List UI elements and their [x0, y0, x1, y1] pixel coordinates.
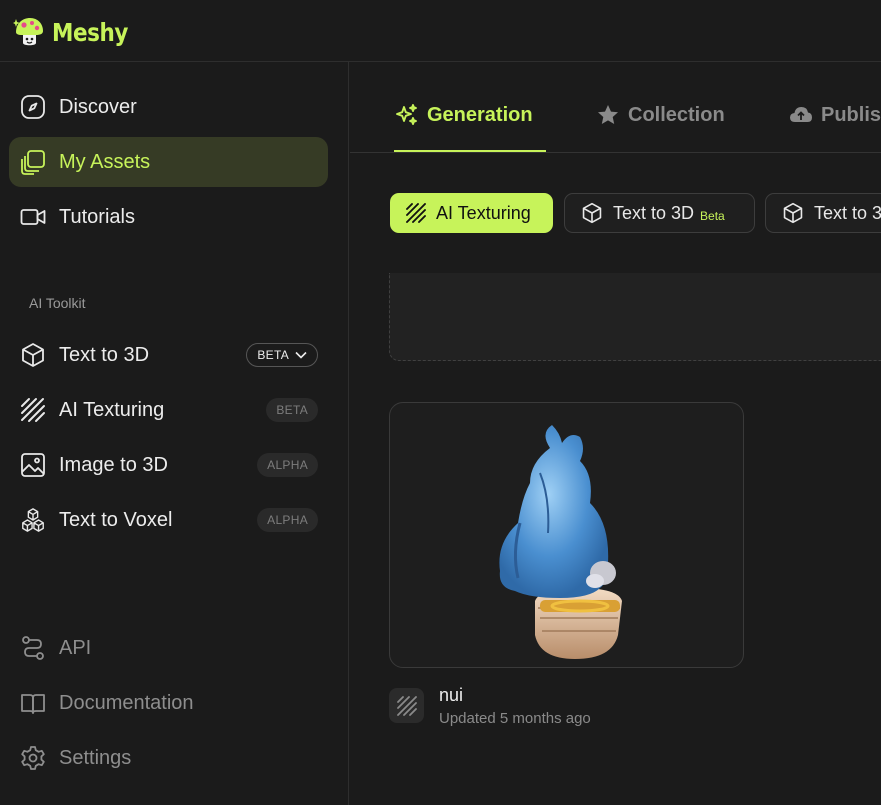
- hatch-icon: [406, 203, 426, 223]
- image-icon: [20, 452, 46, 478]
- route-icon: [20, 635, 46, 661]
- sidebar-item-settings[interactable]: Settings: [9, 733, 328, 783]
- tab-label: Generation: [427, 103, 533, 126]
- sidebar-item-label: Settings: [59, 746, 132, 769]
- sidebar-item-my-assets[interactable]: My Assets: [9, 137, 328, 187]
- sidebar-item-label: Discover: [59, 95, 137, 118]
- sidebar-item-discover[interactable]: Discover: [9, 82, 328, 132]
- compass-icon: [20, 94, 46, 120]
- tab-bar: Generation Collection Publish: [350, 62, 881, 153]
- sidebar-item-ai-texturing[interactable]: AI Texturing BETA: [9, 385, 328, 435]
- cloud-upload-icon: [790, 107, 812, 122]
- sidebar-item-api[interactable]: API: [9, 623, 328, 673]
- tab-generation[interactable]: Generation: [395, 98, 533, 132]
- video-camera-icon: [20, 204, 46, 230]
- sidebar-item-documentation[interactable]: Documentation: [9, 678, 328, 728]
- filter-label: Text to 3D: [613, 202, 695, 223]
- beta-badge: BETA: [266, 398, 318, 422]
- chevron-down-icon: [295, 351, 307, 359]
- beta-tag: Beta: [700, 209, 725, 223]
- filter-text-to-3d[interactable]: Text to 3D Beta: [564, 193, 755, 233]
- main-content: Generation Collection Publish AI Texturi…: [350, 62, 881, 805]
- asset-preview-image: [499, 425, 622, 659]
- app-name: Meshy: [52, 17, 128, 47]
- alpha-badge: ALPHA: [257, 508, 318, 532]
- cube-icon: [783, 202, 803, 224]
- sidebar-item-label: Image to 3D: [59, 453, 168, 476]
- sidebar-item-label: Tutorials: [59, 205, 135, 228]
- meshy-logo[interactable]: Meshy: [12, 14, 140, 50]
- cube-icon: [582, 202, 602, 224]
- sidebar-item-label: Text to Voxel: [59, 508, 173, 531]
- filter-label: Text to 3: [814, 202, 881, 223]
- asset-updated-time: Updated 5 months ago: [439, 710, 591, 727]
- asset-type-badge: [389, 688, 424, 723]
- book-icon: [20, 690, 46, 716]
- badge-label: BETA: [257, 348, 289, 362]
- star-icon: [598, 105, 618, 124]
- sidebar-item-text-to-voxel[interactable]: Text to Voxel ALPHA: [9, 495, 328, 545]
- hatch-icon: [396, 695, 417, 716]
- asset-card-thumbnail[interactable]: [389, 402, 744, 668]
- beta-dropdown-badge[interactable]: BETA: [246, 343, 318, 367]
- sidebar-item-image-to-3d[interactable]: Image to 3D ALPHA: [9, 440, 328, 490]
- tab-collection[interactable]: Collection: [596, 98, 725, 132]
- mushroom-logo-icon: [13, 18, 43, 46]
- filter-text-to-3d-variant[interactable]: Text to 3: [765, 193, 881, 233]
- gear-icon: [20, 745, 46, 771]
- sparkle-icon: [396, 104, 417, 125]
- alpha-badge: ALPHA: [257, 453, 318, 477]
- sidebar-item-text-to-3d[interactable]: Text to 3D BETA: [9, 330, 328, 380]
- cubes-icon: [20, 507, 46, 533]
- sidebar-item-tutorials[interactable]: Tutorials: [9, 192, 328, 242]
- sidebar-item-label: My Assets: [59, 150, 151, 173]
- sidebar-item-label: AI Texturing: [59, 398, 165, 421]
- ai-toolkit-heading: AI Toolkit: [29, 295, 86, 311]
- generation-panel: [389, 273, 881, 361]
- hatch-icon: [20, 397, 46, 423]
- sidebar-item-label: Text to 3D: [59, 343, 150, 366]
- sidebar-item-label: Documentation: [59, 691, 194, 714]
- active-tab-indicator: [394, 150, 546, 152]
- filter-ai-texturing[interactable]: AI Texturing: [390, 193, 553, 233]
- tab-label: Collection: [628, 103, 725, 126]
- tab-publish[interactable]: Publish: [789, 98, 881, 132]
- top-bar: Meshy: [0, 0, 881, 62]
- asset-name[interactable]: nui: [439, 685, 463, 706]
- sidebar-item-label: API: [59, 636, 92, 659]
- cube-icon: [20, 342, 46, 368]
- filter-label: AI Texturing: [436, 202, 531, 223]
- tab-label: Publish: [821, 103, 881, 126]
- sidebar: Discover My Assets Tutorials AI Toolkit: [0, 62, 349, 805]
- stacked-squares-icon: [20, 149, 46, 175]
